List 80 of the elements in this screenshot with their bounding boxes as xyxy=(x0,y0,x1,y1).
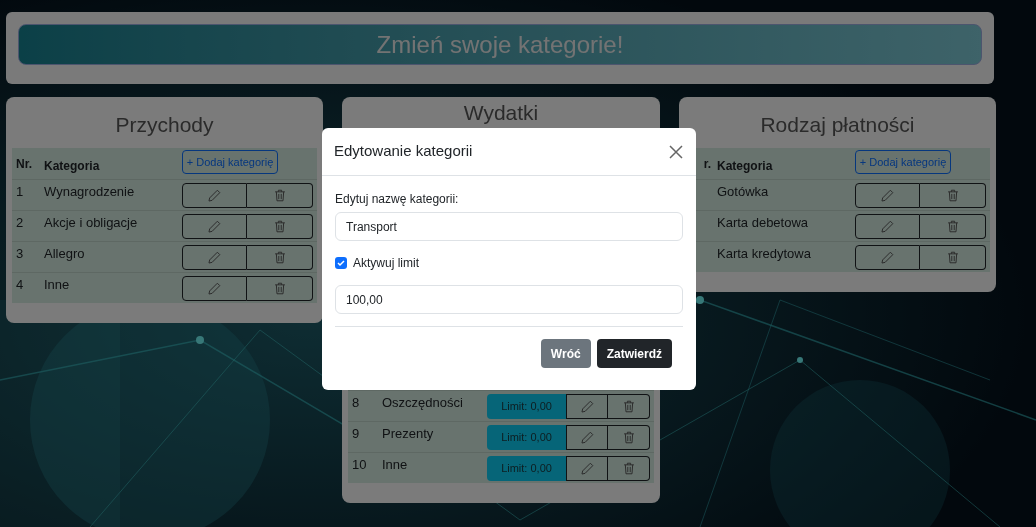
category-name: Oszczędności xyxy=(382,394,464,413)
pencil-icon xyxy=(580,461,594,475)
category-name: Prezenty xyxy=(382,425,435,444)
edit-button[interactable] xyxy=(182,213,247,239)
card-title: Rodzaj płatności xyxy=(759,112,916,138)
row-number: 8 xyxy=(352,394,361,413)
confirm-button[interactable]: Zatwierdź xyxy=(596,339,672,368)
row-number: 4 xyxy=(16,276,25,295)
checkbox-label: Aktywuj limit xyxy=(353,255,419,272)
limit-input-field[interactable]: 100,00 xyxy=(335,285,683,314)
delete-button[interactable] xyxy=(247,182,313,208)
pencil-icon xyxy=(208,219,221,233)
trash-icon xyxy=(622,430,635,444)
limit-button[interactable]: Limit: 0,00 xyxy=(487,455,566,481)
row-number: 1 xyxy=(16,183,25,202)
pencil-icon xyxy=(208,188,221,202)
limit-checkbox[interactable] xyxy=(335,257,347,269)
edit-button[interactable] xyxy=(182,275,247,301)
category-name: Akcje i obligacje xyxy=(44,214,139,233)
column-header: Kategoria xyxy=(717,157,774,175)
edit-button[interactable] xyxy=(566,393,608,419)
column-header: Nr. xyxy=(16,155,33,173)
category-name: Karta debetowa xyxy=(717,214,810,233)
add-category-button[interactable]: + Dodaj kategorię xyxy=(182,150,278,174)
card-title: Przychody xyxy=(114,112,215,138)
edit-button[interactable] xyxy=(566,424,608,450)
trash-icon xyxy=(946,188,959,202)
delete-button[interactable] xyxy=(920,182,986,208)
pencil-icon xyxy=(881,188,894,202)
row-number: 10 xyxy=(352,456,368,475)
field-label: Edytuj nazwę kategorii: xyxy=(335,191,460,208)
pencil-icon xyxy=(881,219,894,233)
trash-icon xyxy=(273,281,286,295)
delete-button[interactable] xyxy=(608,424,650,450)
edit-button[interactable] xyxy=(855,244,920,270)
row-number: 3 xyxy=(16,245,25,264)
trash-icon xyxy=(946,219,959,233)
delete-button[interactable] xyxy=(247,244,313,270)
delete-button[interactable] xyxy=(247,213,313,239)
limit-button[interactable]: Limit: 0,00 xyxy=(487,424,566,450)
row-number: 9 xyxy=(352,425,361,444)
back-button[interactable]: Wróć xyxy=(540,339,591,368)
modal-title: Edytowanie kategorii xyxy=(334,141,473,162)
category-name: Gotówka xyxy=(717,183,770,202)
category-name: Wynagrodzenie xyxy=(44,183,136,202)
close-button[interactable] xyxy=(668,143,684,160)
trash-icon xyxy=(273,219,286,233)
add-category-button[interactable]: + Dodaj kategorię xyxy=(855,150,951,174)
trash-icon xyxy=(273,188,286,202)
pencil-icon xyxy=(580,430,594,444)
row-number: 2 xyxy=(16,214,25,233)
pencil-icon xyxy=(580,399,594,413)
column-header: Kategoria xyxy=(44,157,101,175)
pencil-icon xyxy=(208,250,221,264)
trash-icon xyxy=(273,250,286,264)
limit-button[interactable]: Limit: 0,00 xyxy=(487,393,566,419)
delete-button[interactable] xyxy=(608,393,650,419)
delete-button[interactable] xyxy=(920,244,986,270)
edit-button[interactable] xyxy=(182,182,247,208)
trash-icon xyxy=(622,399,635,413)
close-icon xyxy=(669,144,683,159)
name-input-field[interactable]: Transport xyxy=(335,212,683,241)
edit-button[interactable] xyxy=(566,455,608,481)
category-name: Karta kredytowa xyxy=(717,245,812,264)
trash-icon xyxy=(946,250,959,264)
column-header: r. xyxy=(702,155,712,173)
category-name: Inne xyxy=(44,276,71,295)
page-title: Zmień swoje kategorie! xyxy=(18,24,982,65)
category-name: Allegro xyxy=(44,245,86,264)
trash-icon xyxy=(622,461,635,475)
edit-button[interactable] xyxy=(855,213,920,239)
delete-button[interactable] xyxy=(247,275,313,301)
card-title: Wydatki xyxy=(462,100,540,126)
category-name: Inne xyxy=(382,456,409,475)
delete-button[interactable] xyxy=(608,455,650,481)
edit-button[interactable] xyxy=(182,244,247,270)
pencil-icon xyxy=(208,281,221,295)
edit-button[interactable] xyxy=(855,182,920,208)
delete-button[interactable] xyxy=(920,213,986,239)
pencil-icon xyxy=(881,250,894,264)
